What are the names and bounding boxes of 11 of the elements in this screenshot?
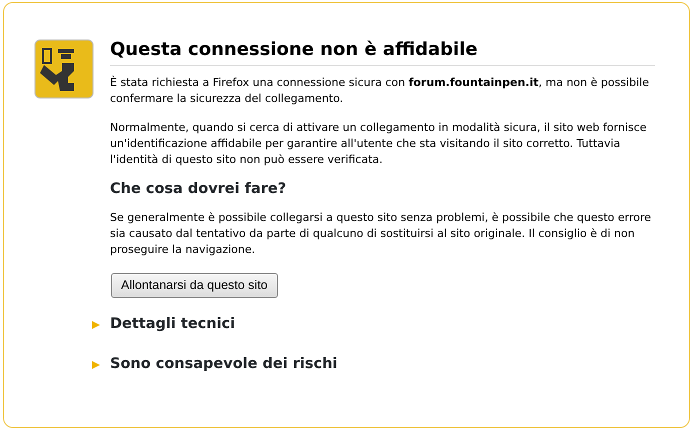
- paragraph: Normalmente, quando si cerca di attivare un collegamento in modalità sicura, il sito web fornisce un'identificazione affidabile per garantire all'utente che sta visitando il sito corretto. Tuttavia l'identità di questo sito non può essere verificata.: [110, 120, 648, 168]
- disclosure-triangle-icon[interactable]: [92, 321, 100, 330]
- expandable-section-label[interactable]: Sono consapevole dei rischi: [110, 354, 338, 376]
- paragraph: Se generalmente è possibile collegarsi a questo sito senza problemi, è possibile che questo errore sia causato dal tentativo da parte di qualcuno di sostituirsi al sito originale. Il consiglio è di non proseguire la navigazione.: [110, 210, 652, 258]
- disclosure-triangle-icon[interactable]: [92, 360, 100, 369]
- page-title: Questa connessione non è affidabile: [110, 39, 655, 66]
- get-me-out-button[interactable]: Allontanarsi da questo sito: [111, 273, 278, 298]
- paragraph: È stata richiesta a Firefox una connessione sicura con forum.fountainpen.it, ma non è possibile confermare la sicurezza del collegamento.: [110, 75, 650, 107]
- police-officer-icon: [34, 39, 94, 99]
- expandable-section-label[interactable]: Dettagli tecnici: [110, 314, 236, 336]
- section-heading: Che cosa dovrei fare?: [110, 181, 288, 198]
